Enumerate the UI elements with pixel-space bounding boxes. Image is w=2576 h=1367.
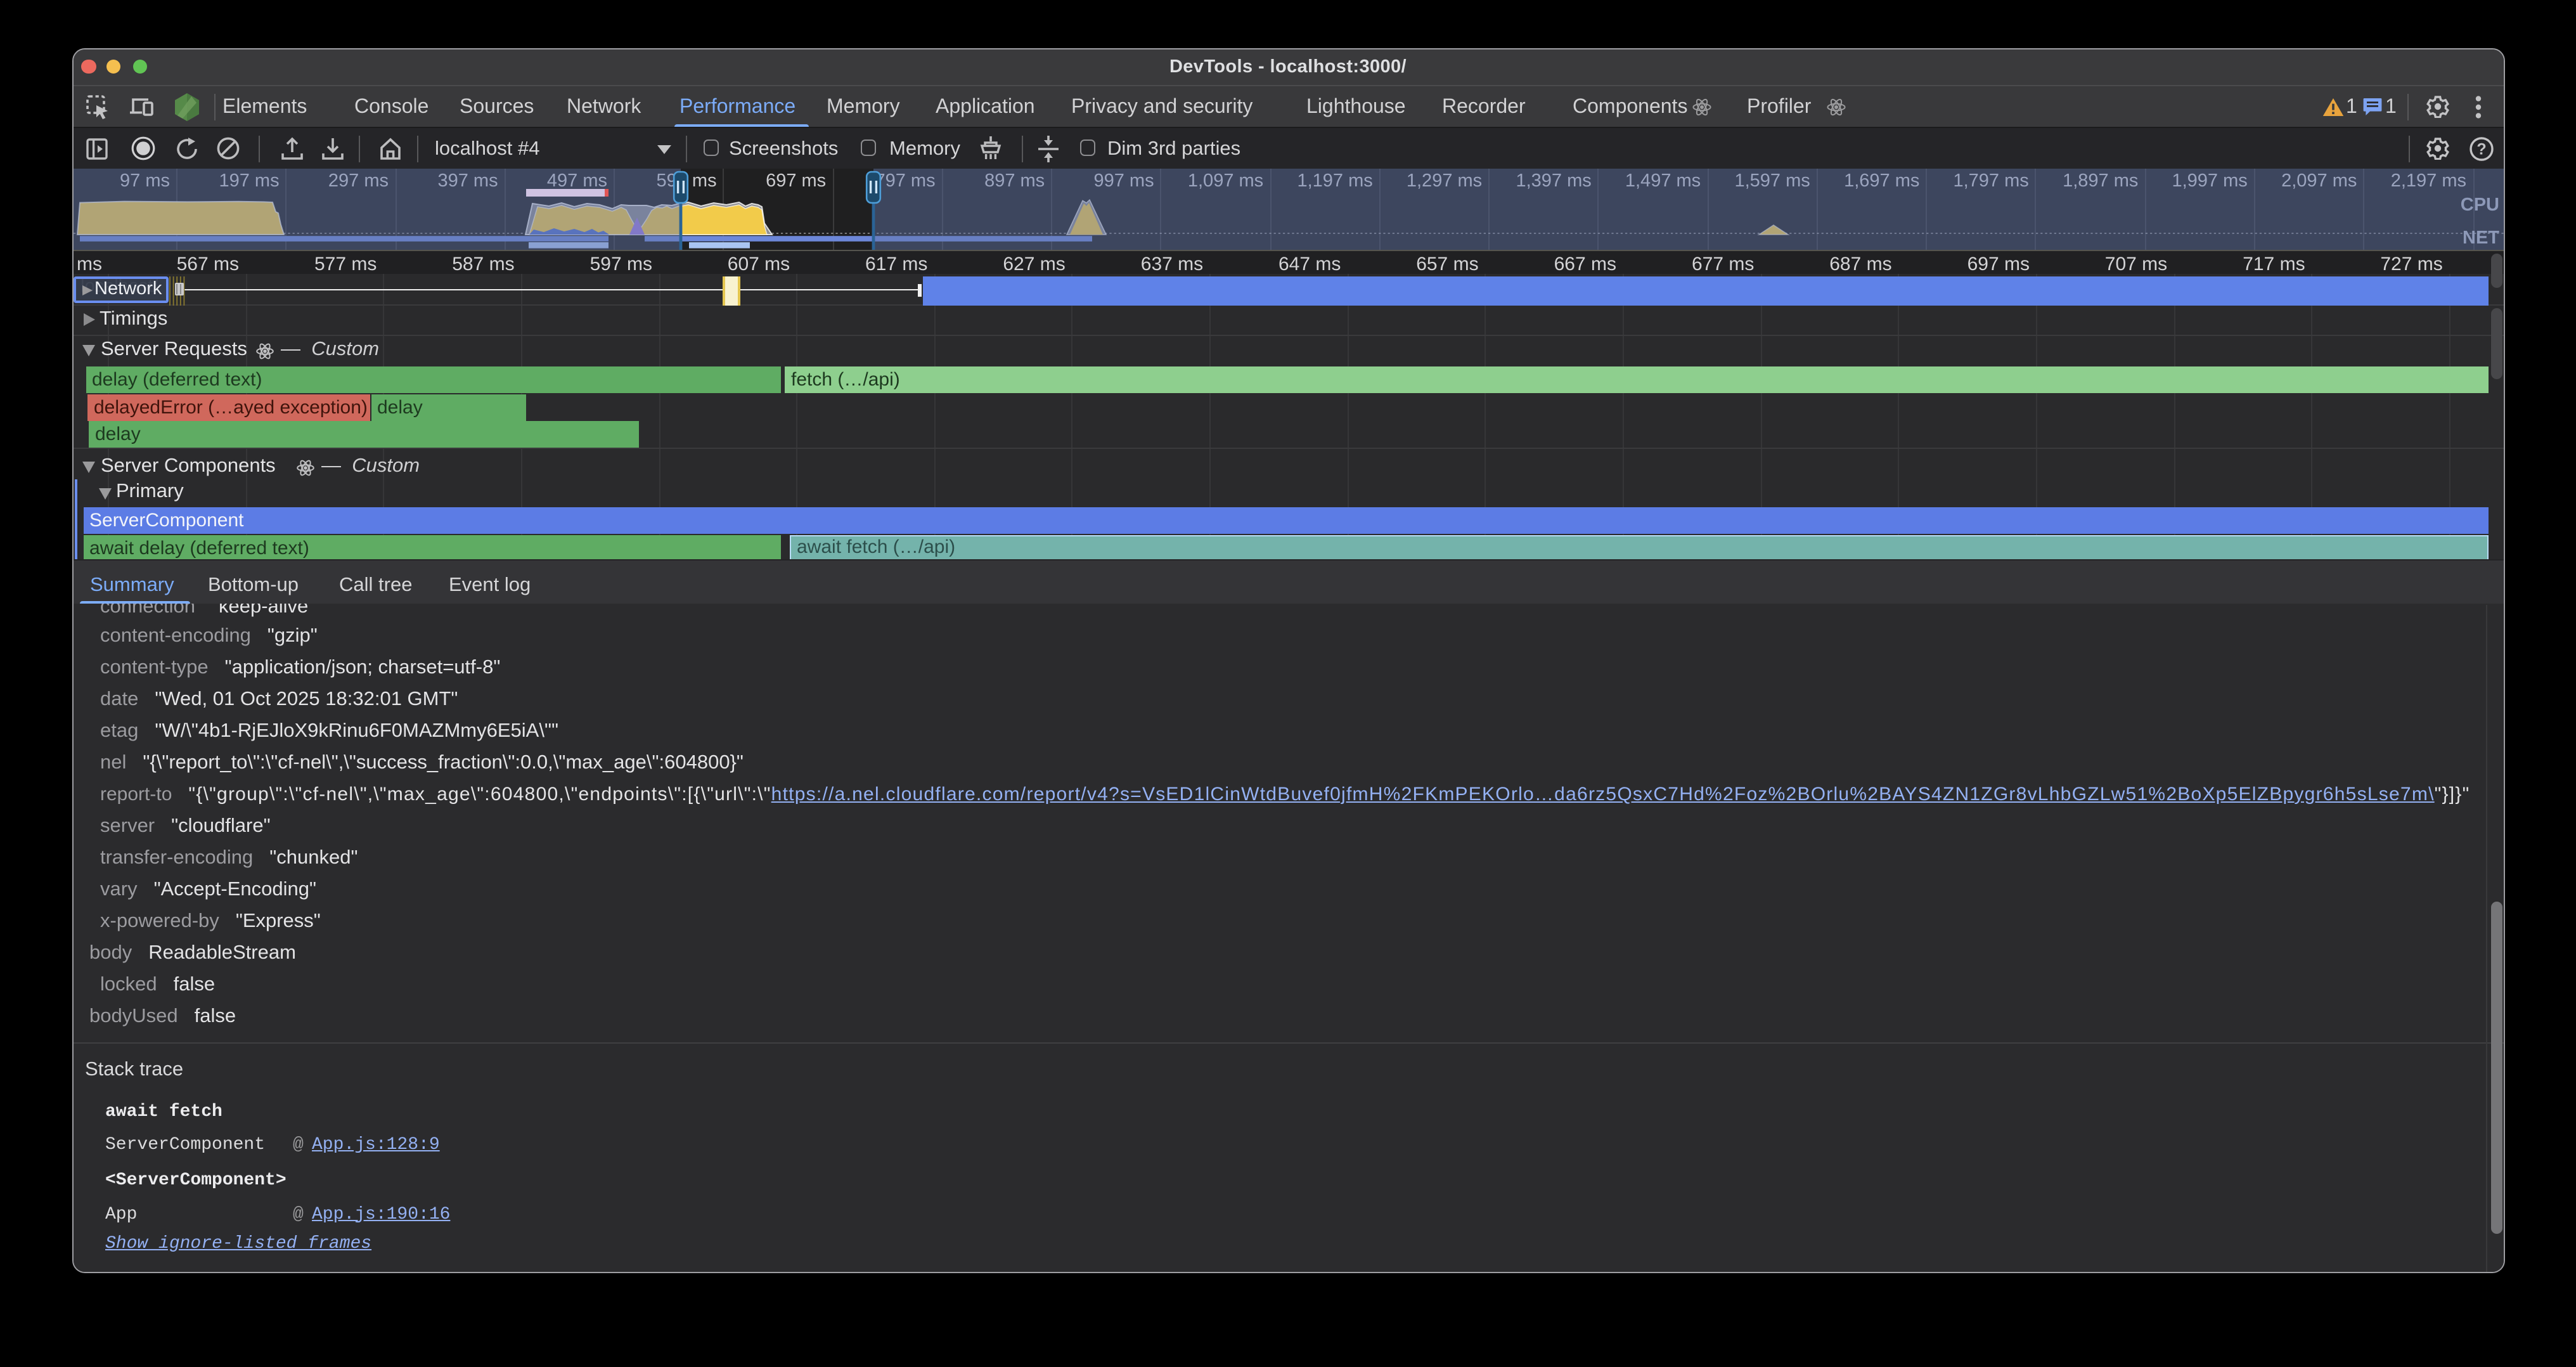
svg-text:?: ? xyxy=(2476,140,2486,158)
